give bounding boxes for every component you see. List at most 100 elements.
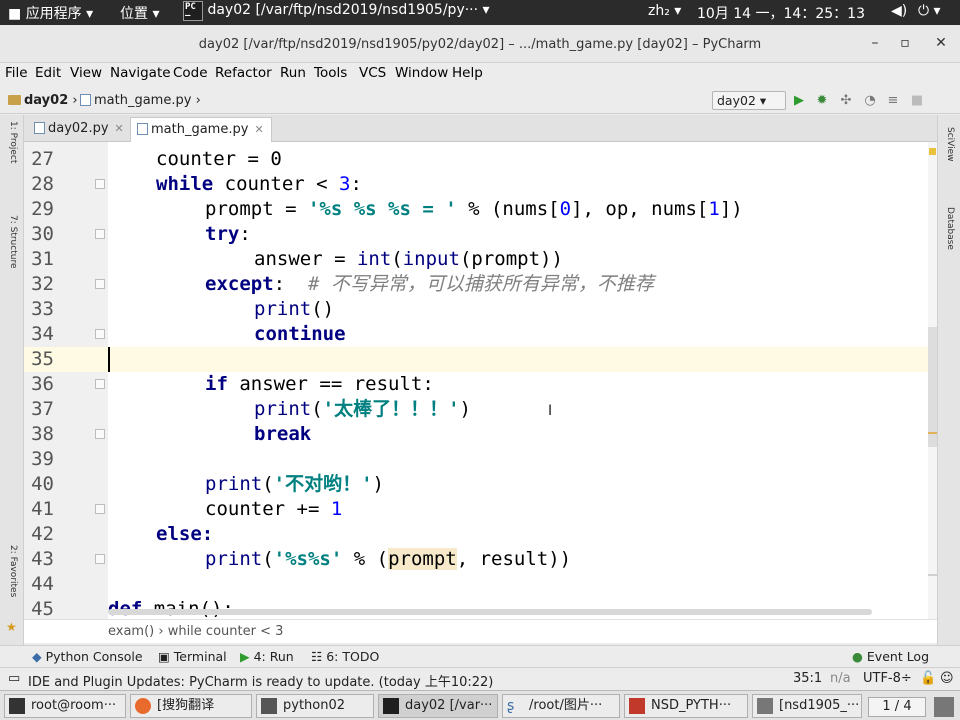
line-separator[interactable]: n/a: [830, 671, 851, 686]
code-line: 29 prompt = '%s %s %s = ' % (nums[0], op,…: [31, 198, 743, 220]
close-tab-icon[interactable]: ✕: [115, 122, 124, 135]
minimize-button[interactable]: –: [866, 35, 884, 51]
warning-marker[interactable]: [929, 148, 936, 155]
menu-edit[interactable]: Edit: [35, 65, 61, 81]
volume-icon[interactable]: ◀): [891, 3, 907, 19]
show-desktop-icon[interactable]: [934, 697, 954, 717]
python-file-icon: [34, 122, 45, 134]
file-encoding[interactable]: UTF-8÷: [863, 671, 912, 686]
project-tool-button[interactable]: 1: Project: [8, 121, 18, 163]
favorites-star-icon: ★: [6, 620, 17, 634]
code-lines: 27 counter = 0 28 while counter < 3: 29 pro…: [24, 147, 928, 617]
menu-navigate[interactable]: Navigate: [110, 65, 171, 81]
vertical-scrollbar-thumb[interactable]: [928, 327, 937, 447]
debug-icon[interactable]: ✹: [814, 93, 830, 109]
pycharm-icon: PC –: [183, 1, 203, 21]
code-line: 42 else:: [31, 523, 214, 545]
fold-marker[interactable]: [95, 229, 105, 239]
lock-icon[interactable]: 🔓: [920, 671, 936, 686]
menu-vcs[interactable]: VCS: [359, 65, 386, 81]
task-nsd1905[interactable]: [nsd1905_···: [752, 694, 862, 718]
sciview-tool-button[interactable]: SciView: [945, 127, 955, 162]
menu-code[interactable]: Code: [173, 65, 208, 81]
menu-view[interactable]: View: [70, 65, 102, 81]
python-icon: ◆: [32, 649, 42, 664]
code-line: 33 print(): [31, 298, 335, 320]
caret-position[interactable]: 35:1: [793, 671, 822, 686]
horizontal-scrollbar[interactable]: [108, 609, 872, 615]
taskbar: root@room··· [搜狗翻译 python02 day02 [/var·…: [0, 690, 960, 720]
apps-icon: ■: [8, 6, 26, 22]
python-console-button[interactable]: ◆ Python Console: [32, 649, 143, 664]
python-file-icon: [80, 94, 91, 106]
status-toggle-icon[interactable]: ▭: [8, 671, 20, 686]
favorites-tool-button[interactable]: 2: Favorites: [8, 545, 18, 597]
nav-file[interactable]: math_game.py ›: [80, 93, 201, 108]
workspace-switcher[interactable]: 1 / 4: [868, 697, 926, 717]
maximize-button[interactable]: ▫: [896, 35, 914, 51]
task-nsd-python[interactable]: NSD_PYTH···: [624, 694, 748, 718]
coverage-icon[interactable]: ✣: [838, 93, 854, 109]
active-window-menu[interactable]: PC – day02 [/var/ftp/nsd2019/nsd1905/py··…: [183, 1, 490, 22]
task-pycharm[interactable]: day02 [/var···: [378, 694, 498, 718]
close-button[interactable]: ✕: [932, 35, 950, 51]
code-line: 27 counter = 0: [31, 148, 282, 170]
inspector-icon[interactable]: ☺: [940, 671, 954, 686]
fold-marker[interactable]: [95, 504, 105, 514]
power-icon[interactable]: ⏻ ▾: [918, 3, 941, 19]
terminal-button[interactable]: ▣ Terminal: [158, 649, 227, 664]
python-file-icon: [137, 123, 148, 135]
structure-tool-button[interactable]: 7: Structure: [8, 215, 18, 269]
editor-tab-bar: day02.py ✕ math_game.py ✕: [24, 115, 937, 142]
task-python02[interactable]: python02: [256, 694, 374, 718]
left-tool-strip: 1: Project 7: Structure 2: Favorites ★: [0, 115, 24, 645]
document-icon: [629, 698, 645, 714]
menu-help[interactable]: Help: [452, 65, 483, 81]
code-line: 44: [31, 573, 54, 595]
profile-icon[interactable]: ◔: [862, 93, 878, 109]
fold-marker[interactable]: [95, 179, 105, 189]
firefox-icon: [135, 698, 151, 714]
pycharm-icon: [383, 698, 399, 714]
run-config-select[interactable]: day02 ▾: [712, 91, 786, 110]
menu-bar: File Edit View Navigate Code Refactor Ru…: [0, 63, 960, 85]
run-tool-button[interactable]: ▶ 4: Run: [240, 649, 294, 664]
fold-marker[interactable]: [95, 429, 105, 439]
concurrency-icon[interactable]: ≡: [885, 93, 901, 109]
current-code-line: 35: [24, 347, 928, 372]
tab-day02-py[interactable]: day02.py ✕: [28, 117, 128, 142]
task-file-manager[interactable]: ʂ/root/图片···: [502, 694, 620, 718]
fold-marker[interactable]: [95, 279, 105, 289]
task-terminal[interactable]: root@room···: [4, 694, 126, 718]
menu-tools[interactable]: Tools: [314, 65, 347, 81]
task-firefox[interactable]: [搜狗翻译: [130, 694, 252, 718]
fold-marker[interactable]: [95, 554, 105, 564]
window-title: day02 [/var/ftp/nsd2019/nsd1905/py02/day…: [198, 37, 762, 52]
code-breadcrumb[interactable]: exam() › while counter < 3: [24, 619, 937, 643]
status-message[interactable]: IDE and Plugin Updates: PyCharm is ready…: [28, 671, 493, 690]
apps-menu[interactable]: ■ 应用程序 ▾: [8, 3, 93, 23]
code-line: 43 print('%s%s' % (prompt, result)): [31, 548, 572, 570]
run-icon[interactable]: ▶: [791, 93, 807, 109]
top-panel: ■ 应用程序 ▾ 位置 ▾ PC – day02 [/var/ftp/nsd201…: [0, 0, 960, 25]
fold-marker[interactable]: [95, 329, 105, 339]
tab-math-game-py[interactable]: math_game.py ✕: [130, 117, 272, 142]
event-log-icon: ●: [852, 649, 863, 664]
database-tool-button[interactable]: Database: [945, 207, 955, 250]
clock[interactable]: 10月 14 一，14：25：13: [697, 3, 865, 23]
menu-refactor[interactable]: Refactor: [215, 65, 272, 81]
folder-icon: [8, 95, 21, 105]
menu-window[interactable]: Window: [395, 65, 448, 81]
menu-file[interactable]: File: [5, 65, 28, 81]
event-log-button[interactable]: ● Event Log: [852, 649, 929, 664]
todo-button[interactable]: ☷ 6: TODO: [311, 649, 379, 664]
close-tab-icon[interactable]: ✕: [254, 123, 263, 136]
input-method-indicator[interactable]: zh₂ ▾: [648, 3, 681, 19]
menu-run[interactable]: Run: [280, 65, 306, 81]
nav-project[interactable]: day02 ›: [8, 93, 78, 108]
places-menu[interactable]: 位置 ▾: [120, 3, 159, 23]
fold-marker[interactable]: [95, 379, 105, 389]
stop-icon[interactable]: ■: [909, 93, 925, 109]
terminal-icon: [261, 698, 277, 714]
editor-error-stripe[interactable]: [928, 142, 937, 619]
